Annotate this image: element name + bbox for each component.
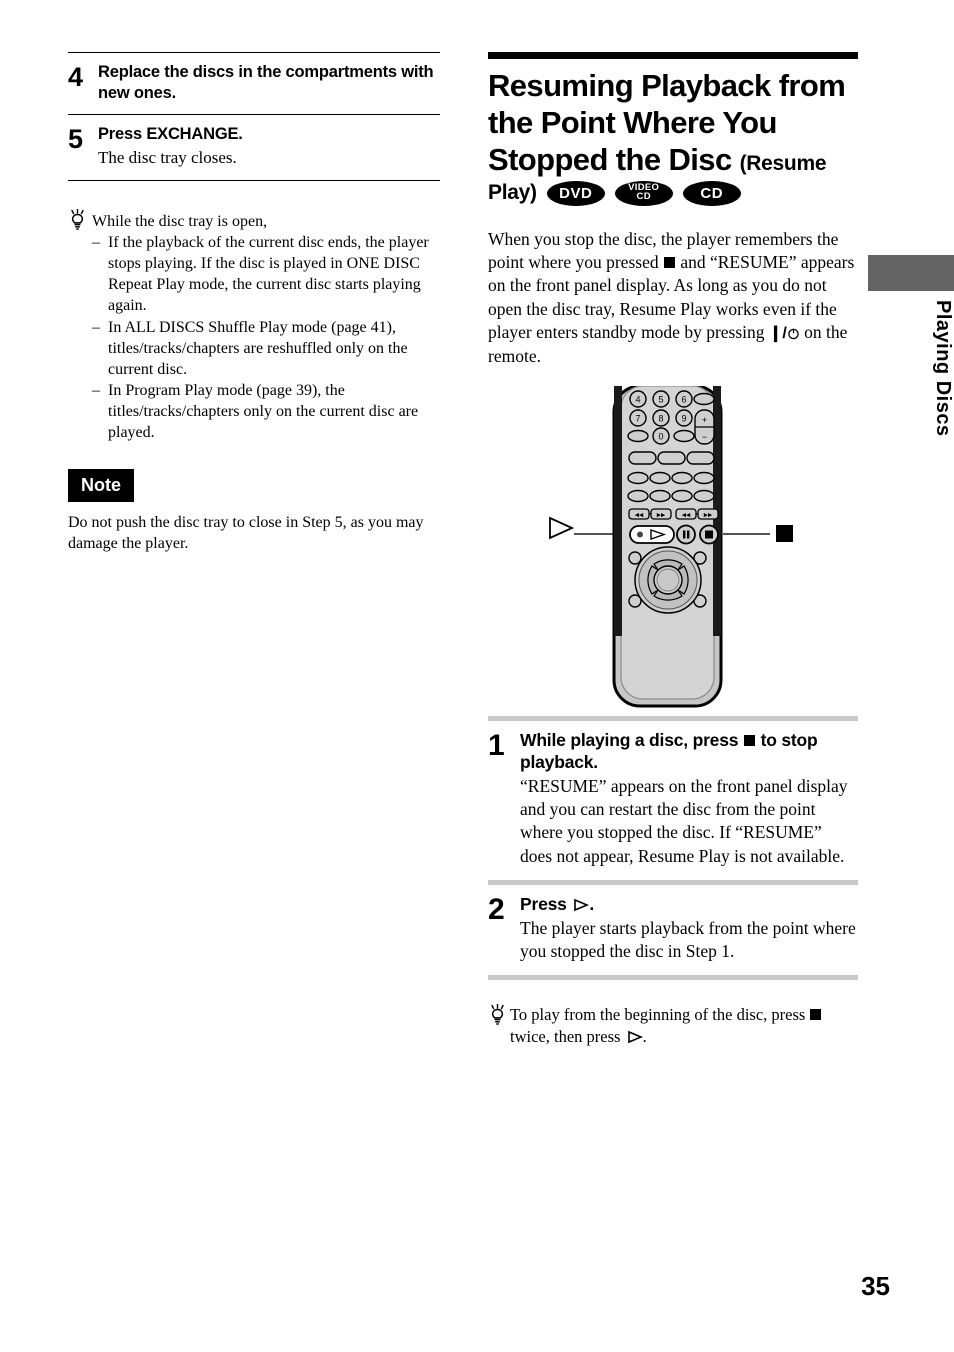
svg-text:▶▶: ▶▶ <box>657 513 666 519</box>
section-tab-label: Playing Discs <box>932 300 954 437</box>
video-cd-badge: VIDEO CD <box>614 180 673 206</box>
svg-text:◀◀: ◀◀ <box>635 513 644 519</box>
stop-symbol-icon <box>810 1008 822 1020</box>
dvd-badge: DVD <box>546 180 605 206</box>
svg-text:8: 8 <box>658 414 663 424</box>
left-column: 4 Replace the discs in the compartments … <box>68 52 440 554</box>
note-badge: Note <box>68 469 134 503</box>
svg-text:6: 6 <box>681 395 686 405</box>
page-title: Resuming Playback from the Point Where Y… <box>488 67 858 179</box>
heading-rule <box>488 52 858 59</box>
tip-item-text: In ALL DISCS Shuffle Play mode (page 41)… <box>108 318 408 378</box>
stop-symbol-icon <box>663 257 675 268</box>
rstep-title: Press . <box>520 893 858 915</box>
svg-text:4: 4 <box>635 395 640 405</box>
rstep-item-2: 2 Press . The player starts playback fro… <box>488 885 858 975</box>
svg-text:+: + <box>702 415 707 425</box>
step-number: 5 <box>68 124 84 155</box>
tip-bottom-part-2: twice, then press <box>510 1027 625 1046</box>
list-dash: – <box>92 381 100 399</box>
list-dash: – <box>92 234 100 252</box>
page-title-badge-row: Play) DVD VIDEO CD CD <box>488 180 858 206</box>
tip-list: – If the playback of the current disc en… <box>92 232 440 443</box>
rstep-description: The player starts playback from the poin… <box>520 917 856 961</box>
svg-text:5: 5 <box>658 395 663 405</box>
lightbulb-tip-icon <box>68 208 88 231</box>
lightbulb-tip-icon <box>488 1003 508 1026</box>
stop-symbol-icon <box>743 735 755 747</box>
tip-item-text: In Program Play mode (page 39), the titl… <box>108 381 419 442</box>
page-title-sub-close: Play) <box>488 181 537 205</box>
svg-text:◀◀: ◀◀ <box>682 513 691 519</box>
manual-page: 4 Replace the discs in the compartments … <box>0 0 954 1352</box>
standby-symbol-icon: ❙/ <box>769 325 800 342</box>
rstep-title-part-2: . <box>589 893 595 914</box>
page-number: 35 <box>861 1271 890 1301</box>
step-description: The disc tray closes. <box>98 147 237 167</box>
note-text: Do not push the disc tray to close in St… <box>68 514 424 553</box>
list-dash: – <box>92 318 100 336</box>
tip-bottom-part-1: To play from the beginning of the disc, … <box>510 1004 810 1024</box>
rstep-title-part-1: Press <box>520 893 572 914</box>
tip-item-text: If the playback of the current disc ends… <box>108 234 429 315</box>
tip-bottom-part-3: . <box>642 1027 647 1046</box>
rstep-number: 2 <box>488 892 505 926</box>
svg-text:0: 0 <box>658 432 663 442</box>
svg-text:7: 7 <box>635 414 640 424</box>
tip-intro: While the disc tray is open, <box>92 212 268 230</box>
step-title: Press EXCHANGE. <box>98 125 243 144</box>
rstep-divider-bottom <box>488 974 858 980</box>
play-symbol-icon <box>573 898 590 912</box>
step-item-4: 4 Replace the discs in the compartments … <box>68 53 440 114</box>
svg-text:▶▶: ▶▶ <box>704 513 713 519</box>
section-tab-marker <box>868 255 954 291</box>
rstep-title: While playing a disc, press to stop play… <box>520 729 858 773</box>
tip-list-item: – If the playback of the current disc en… <box>92 232 440 316</box>
step-item-5: 5 Press EXCHANGE. The disc tray closes. <box>68 115 440 180</box>
remote-control-illustration: 4 5 6 7 8 9 0 + − ◀◀ ▶▶ ◀◀ ▶▶ <box>488 384 858 716</box>
right-column: Resuming Playback from the Point Where Y… <box>488 52 858 1048</box>
rstep-item-1: 1 While playing a disc, press to stop pl… <box>488 721 858 879</box>
page-title-sub-open: (Resume <box>739 152 827 176</box>
tip-block: While the disc tray is open, – If the pl… <box>68 208 440 443</box>
step-divider-bottom <box>68 179 440 181</box>
cd-badge: CD <box>682 180 741 206</box>
tip-list-item: – In Program Play mode (page 39), the ti… <box>92 380 440 443</box>
rstep-number: 1 <box>488 729 505 763</box>
note-block: Note Do not push the disc tray to close … <box>68 469 440 554</box>
rstep-description: “RESUME” appears on the front panel disp… <box>520 776 848 866</box>
svg-text:9: 9 <box>681 414 686 424</box>
play-symbol-icon <box>627 1030 643 1044</box>
svg-text:−: − <box>702 432 707 442</box>
step-title: Replace the discs in the compartments wi… <box>98 63 434 102</box>
tip-list-item: – In ALL DISCS Shuffle Play mode (page 4… <box>92 317 440 380</box>
step-number: 4 <box>68 62 84 92</box>
intro-paragraph: When you stop the disc, the player remem… <box>488 228 858 369</box>
rstep-title-part-1: While playing a disc, press <box>520 730 743 751</box>
video-cd-badge-bottom: CD <box>636 191 651 203</box>
tip-block-bottom: To play from the beginning of the disc, … <box>488 1003 858 1048</box>
